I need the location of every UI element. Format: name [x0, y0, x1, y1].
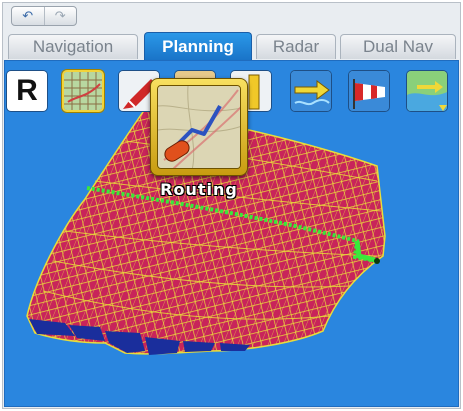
- routing-icon: [157, 85, 241, 169]
- chart-grid-icon[interactable]: [62, 70, 104, 112]
- tab-dual-nav[interactable]: Dual Nav: [340, 34, 456, 59]
- tab-radar[interactable]: Radar: [256, 34, 336, 59]
- redo-icon[interactable]: ↷: [43, 7, 77, 25]
- current-arrow-icon[interactable]: [290, 70, 332, 112]
- tab-bar: Navigation Planning Radar Dual Nav: [4, 32, 459, 60]
- route-r-label: R: [7, 71, 47, 111]
- routing-tooltip: Routing: [160, 180, 238, 199]
- undo-icon[interactable]: ↶: [12, 7, 44, 25]
- weather-overlay-icon[interactable]: [406, 70, 448, 112]
- tab-planning[interactable]: Planning: [144, 32, 252, 60]
- windsock-icon[interactable]: [348, 70, 390, 112]
- routing-tool-popup[interactable]: [150, 78, 248, 176]
- tab-navigation[interactable]: Navigation: [8, 34, 138, 59]
- history-controls: ↶ ↷: [11, 6, 77, 26]
- route-r-icon[interactable]: R: [6, 70, 48, 112]
